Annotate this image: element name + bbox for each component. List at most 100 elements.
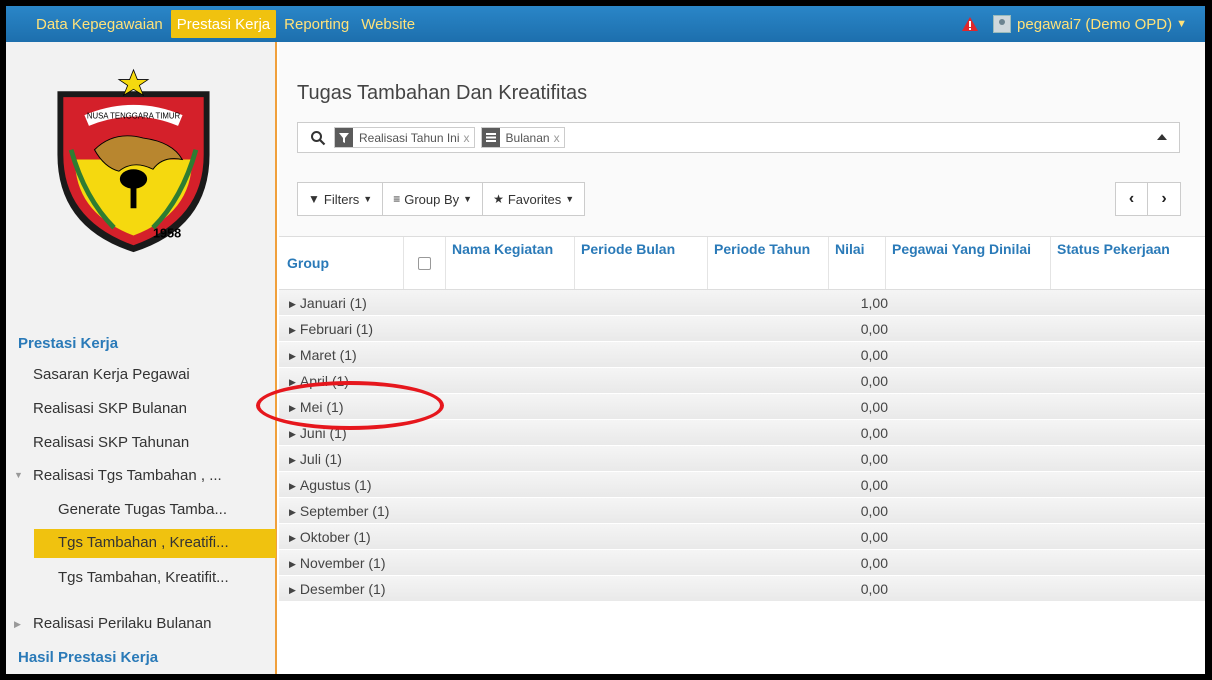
sidebar: NUSA TENGGARA TIMUR 1958 Prestasi Kerja … — [6, 42, 277, 674]
top-navbar: Data Kepegawaian Prestasi Kerja Reportin… — [6, 6, 1205, 42]
group-label[interactable]: ▶ Juni (1) — [289, 425, 347, 441]
group-label[interactable]: ▶ Desember (1) — [289, 581, 386, 597]
sidebar-item-tgs-tambahan-kreatifitas[interactable]: Tgs Tambahan, Kreatifit... — [58, 569, 229, 586]
nilai-sum: 0,00 — [860, 477, 888, 493]
table-row[interactable]: ▶ Agustus (1) 0,00 — [279, 472, 1205, 498]
column-header-nama-kegiatan[interactable]: Nama Kegiatan — [446, 237, 575, 289]
grouped-list-table: Group Nama Kegiatan Periode Bulan Period… — [279, 236, 1205, 602]
caret-right-icon: ▶ — [289, 455, 296, 465]
sidebar-item-sasaran-kerja-pegawai[interactable]: Sasaran Kerja Pegawai — [33, 366, 190, 383]
chevron-down-icon: ▼ — [463, 194, 473, 204]
facet-filter[interactable]: Realisasi Tahun Ini x — [334, 127, 475, 148]
facet-groupby-label: Bulanan — [505, 130, 550, 145]
caret-right-icon: ▶ — [289, 299, 296, 309]
group-label[interactable]: ▶ Oktober (1) — [289, 529, 371, 545]
nav-data-kepegawaian[interactable]: Data Kepegawaian — [30, 6, 169, 42]
caret-right-icon: ▶ — [289, 507, 296, 517]
sidebar-item-realisasi-skp-bulanan[interactable]: Realisasi SKP Bulanan — [33, 400, 187, 417]
expand-icon[interactable]: ▶ — [14, 619, 21, 630]
select-all-checkbox[interactable] — [418, 256, 431, 270]
sidebar-section-hasil-prestasi-kerja[interactable]: Hasil Prestasi Kerja — [18, 649, 158, 666]
column-header-pegawai-yang-dinilai[interactable]: Pegawai Yang Dinilai — [886, 237, 1051, 289]
group-label[interactable]: ▶ September (1) — [289, 503, 389, 519]
caret-right-icon: ▶ — [289, 585, 296, 595]
sidebar-item-tgs-tambahan-kreatifitas-active[interactable]: Tgs Tambahan , Kreatifi... — [58, 534, 229, 551]
nilai-sum: 0,00 — [860, 503, 888, 519]
table-row[interactable]: ▶ April (1) 0,00 — [279, 368, 1205, 394]
group-name: Mei (1) — [299, 399, 344, 415]
table-row[interactable]: ▶ Mei (1) 0,00 — [279, 394, 1205, 420]
nilai-sum: 0,00 — [860, 581, 888, 597]
previous-page-button[interactable]: ‹ — [1116, 183, 1148, 215]
list-icon: ≡ — [393, 192, 401, 206]
table-row[interactable]: ▶ November (1) 0,00 — [279, 550, 1205, 576]
list-icon — [481, 128, 500, 147]
user-menu[interactable]: pegawai7 (Demo OPD) ▼ — [961, 6, 1187, 42]
table-row[interactable]: ▶ Maret (1) 0,00 — [279, 342, 1205, 368]
group-label[interactable]: ▶ Maret (1) — [289, 347, 357, 363]
search-bar[interactable]: Realisasi Tahun Ini x Bulanan x — [297, 122, 1180, 153]
caret-right-icon: ▶ — [289, 481, 296, 491]
sidebar-item-generate-tugas-tambahan[interactable]: Generate Tugas Tamba... — [58, 501, 227, 518]
group-name: Maret (1) — [299, 347, 357, 363]
group-name: Juli (1) — [299, 451, 342, 467]
group-label[interactable]: ▶ Juli (1) — [289, 451, 342, 467]
group-label[interactable]: ▶ April (1) — [289, 373, 349, 389]
filters-button[interactable]: ▼ Filters ▼ — [298, 183, 384, 215]
sidebar-item-realisasi-perilaku-bulanan[interactable]: Realisasi Perilaku Bulanan — [33, 615, 211, 632]
avatar[interactable] — [993, 15, 1012, 33]
nilai-sum: 0,00 — [860, 451, 888, 467]
caret-right-icon: ▶ — [289, 429, 296, 439]
facet-remove-button[interactable]: x — [464, 131, 470, 145]
column-header-group[interactable]: Group — [279, 237, 404, 289]
app-frame: Data Kepegawaian Prestasi Kerja Reportin… — [6, 6, 1205, 674]
facet-remove-button[interactable]: x — [554, 131, 560, 145]
nilai-sum: 0,00 — [860, 373, 888, 389]
group-label[interactable]: ▶ Januari (1) — [289, 295, 367, 311]
group-name: Desember (1) — [299, 581, 386, 597]
facet-groupby[interactable]: Bulanan x — [480, 127, 565, 148]
group-name: November (1) — [299, 555, 386, 571]
table-row[interactable]: ▶ Desember (1) 0,00 — [279, 576, 1205, 602]
collapse-icon[interactable]: ▼ — [14, 470, 23, 480]
sidebar-item-realisasi-tgs-tambahan[interactable]: Realisasi Tgs Tambahan , ... — [33, 467, 222, 484]
table-row[interactable]: ▶ Oktober (1) 0,00 — [279, 524, 1205, 550]
group-by-button[interactable]: ≡ Group By ▼ — [383, 183, 484, 215]
column-header-periode-bulan[interactable]: Periode Bulan — [575, 237, 708, 289]
group-label[interactable]: ▶ Mei (1) — [289, 399, 343, 415]
facet-filter-label: Realisasi Tahun Ini — [359, 130, 460, 145]
nav-website[interactable]: Website — [355, 6, 421, 42]
control-panel: Tugas Tambahan Dan Kreatifitas Realisasi… — [279, 42, 1205, 236]
group-label[interactable]: ▶ Agustus (1) — [289, 477, 372, 493]
main-content: Tugas Tambahan Dan Kreatifitas Realisasi… — [279, 42, 1205, 674]
sidebar-item-realisasi-skp-tahunan[interactable]: Realisasi SKP Tahunan — [33, 434, 189, 451]
table-row[interactable]: ▶ Januari (1) 1,00 — [279, 290, 1205, 316]
nav-reporting[interactable]: Reporting — [278, 6, 355, 42]
caret-right-icon: ▶ — [289, 403, 296, 413]
group-label[interactable]: ▶ November (1) — [289, 555, 386, 571]
group-name: Oktober (1) — [299, 529, 371, 545]
table-row[interactable]: ▶ Juni (1) 0,00 — [279, 420, 1205, 446]
table-row[interactable]: ▶ Juli (1) 0,00 — [279, 446, 1205, 472]
table-row[interactable]: ▶ Februari (1) 0,00 — [279, 316, 1205, 342]
table-header: Group Nama Kegiatan Periode Bulan Period… — [279, 236, 1205, 290]
favorites-button[interactable]: ★ Favorites ▼ — [483, 183, 584, 215]
table-row[interactable]: ▶ September (1) 0,00 — [279, 498, 1205, 524]
ntt-province-logo: NUSA TENGGARA TIMUR 1958 — [57, 68, 210, 253]
group-label[interactable]: ▶ Februari (1) — [289, 321, 373, 337]
svg-text:NUSA TENGGARA TIMUR: NUSA TENGGARA TIMUR — [87, 112, 181, 121]
page-title: Tugas Tambahan Dan Kreatifitas — [297, 82, 588, 104]
sidebar-section-prestasi-kerja[interactable]: Prestasi Kerja — [18, 335, 118, 352]
next-page-button[interactable]: › — [1148, 183, 1180, 215]
chevron-down-icon[interactable]: ▼ — [1176, 18, 1187, 30]
column-header-nilai[interactable]: Nilai — [829, 237, 886, 289]
warning-icon[interactable] — [961, 16, 979, 32]
caret-right-icon: ▶ — [289, 325, 296, 335]
filter-icon — [335, 128, 353, 147]
column-header-status-pekerjaan[interactable]: Status Pekerjaan — [1051, 237, 1205, 289]
column-header-periode-tahun[interactable]: Periode Tahun — [708, 237, 829, 289]
user-name[interactable]: pegawai7 (Demo OPD) — [1017, 16, 1172, 33]
caret-up-icon[interactable] — [1157, 134, 1167, 140]
search-icon[interactable] — [310, 130, 326, 146]
nav-prestasi-kerja[interactable]: Prestasi Kerja — [170, 10, 277, 38]
